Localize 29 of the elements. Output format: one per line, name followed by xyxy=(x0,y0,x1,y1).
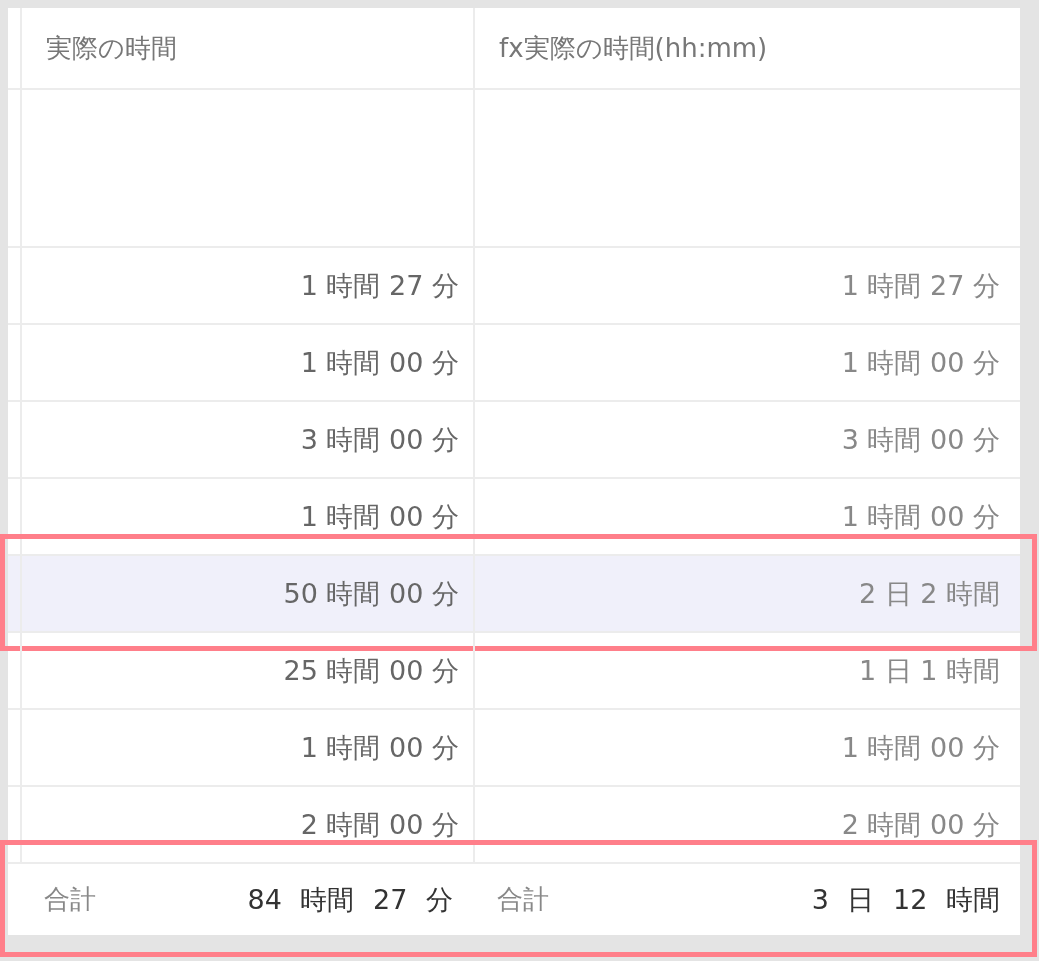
table-cell: 1 時間 00 分 xyxy=(473,325,1020,400)
table-cell: 2 時間 00 分 xyxy=(473,787,1020,862)
table-cell: 2 時間 00 分 xyxy=(20,787,473,862)
table-row[interactable]: 2 時間 00 分 2 時間 00 分 xyxy=(8,787,1020,864)
table-row[interactable]: 3 時間 00 分 3 時間 00 分 xyxy=(8,402,1020,479)
total-value: 3 日 12 時間 xyxy=(811,882,1000,917)
table-row[interactable]: 1 時間 00 分 1 時間 00 分 xyxy=(8,325,1020,402)
table-cell: 1 時間 27 分 xyxy=(20,248,473,323)
table-cell: 3 時間 00 分 xyxy=(473,402,1020,477)
table-cell: 1 時間 00 分 xyxy=(473,479,1020,554)
table-cell: 1 時間 00 分 xyxy=(20,479,473,554)
table-row[interactable]: 25 時間 00 分 1 日 1 時間 xyxy=(8,633,1020,710)
table-cell: 25 時間 00 分 xyxy=(20,633,473,708)
table-row[interactable]: 50 時間 00 分 2 日 2 時間 xyxy=(8,556,1020,633)
column-header[interactable]: 実際の時間 xyxy=(20,8,473,88)
total-label: 合計 xyxy=(44,883,96,916)
table-row[interactable]: 1 時間 27 分 1 時間 27 分 xyxy=(8,248,1020,325)
table-cell: 1 日 1 時間 xyxy=(473,633,1020,708)
table-cell: 1 時間 27 分 xyxy=(473,248,1020,323)
column-header[interactable]: fx実際の時間(hh:mm) xyxy=(473,8,1020,88)
table-cell: 50 時間 00 分 xyxy=(20,556,473,631)
total-value: 84 時間 27 分 xyxy=(247,882,453,917)
table-cell: 1 時間 00 分 xyxy=(20,325,473,400)
table-row[interactable]: 1 時間 00 分 1 時間 00 分 xyxy=(8,710,1020,787)
table-cell: 1 時間 00 分 xyxy=(473,710,1020,785)
total-label: 合計 xyxy=(497,883,549,916)
table-cell: 3 時間 00 分 xyxy=(20,402,473,477)
table-cell: 2 日 2 時間 xyxy=(473,556,1020,631)
table-cell: 1 時間 00 分 xyxy=(20,710,473,785)
